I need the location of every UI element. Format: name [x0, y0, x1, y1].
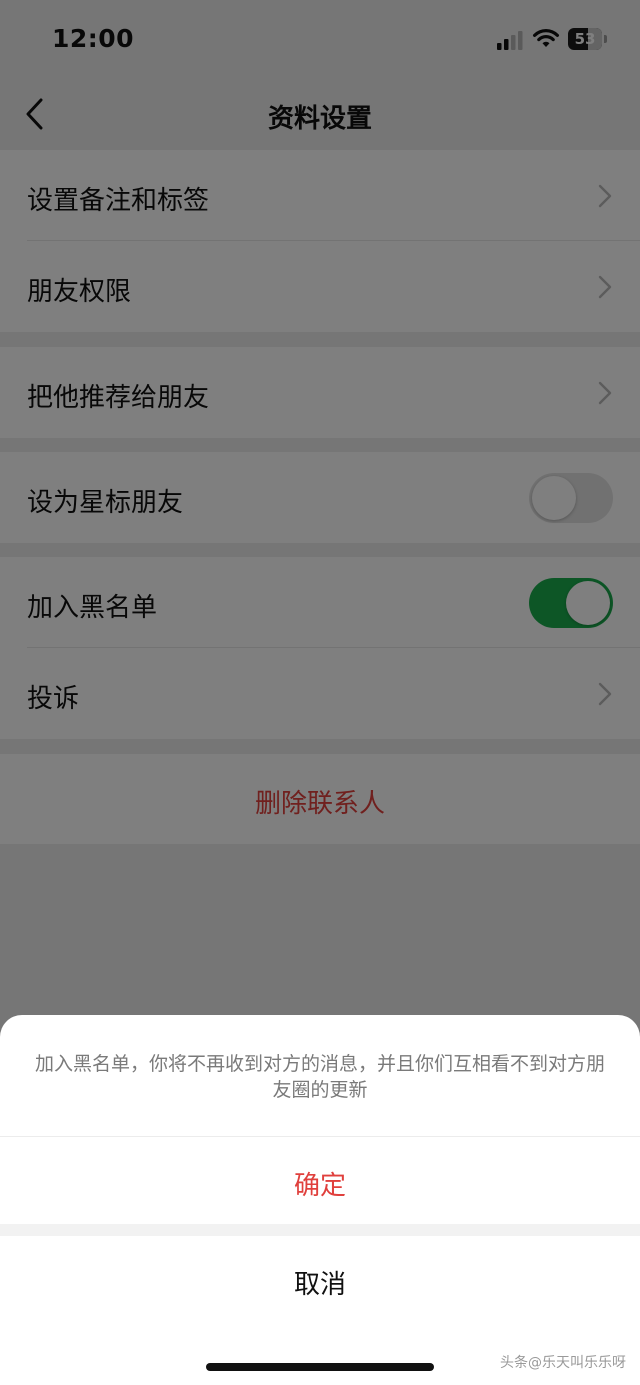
- confirm-button[interactable]: 确定: [0, 1137, 640, 1224]
- watermark: 头条@乐天叫乐乐呀: [500, 1355, 626, 1371]
- confirm-label: 确定: [293, 1171, 346, 1201]
- action-sheet: 加入黑名单，你将不再收到对方的消息，并且你们互相看不到对方朋友圈的更新 确定 取…: [0, 1015, 640, 1385]
- sheet-message: 加入黑名单，你将不再收到对方的消息，并且你们互相看不到对方朋友圈的更新: [34, 1053, 605, 1101]
- cancel-button[interactable]: 取消: [0, 1236, 640, 1326]
- home-indicator[interactable]: [206, 1363, 434, 1371]
- sheet-separator: [0, 1224, 640, 1236]
- cancel-label: 取消: [293, 1270, 346, 1300]
